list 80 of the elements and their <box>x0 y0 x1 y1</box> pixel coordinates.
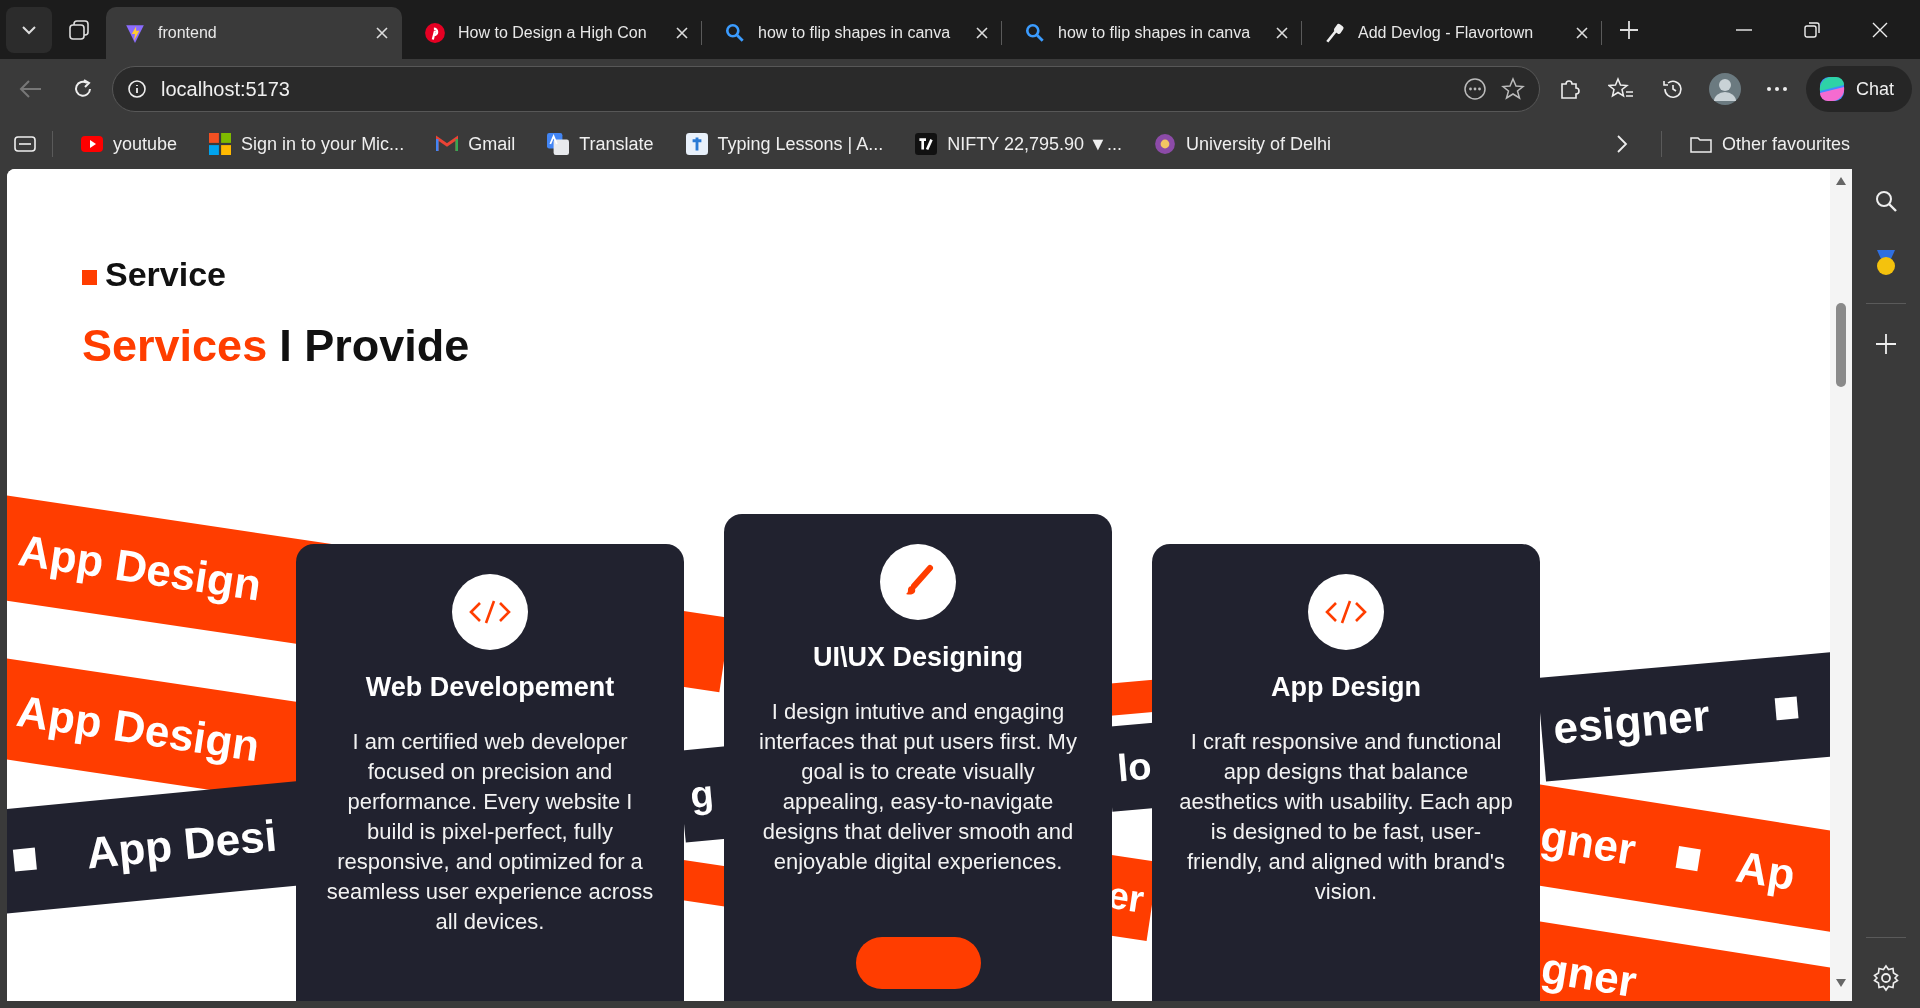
other-favourites-folder[interactable]: Other favourites <box>1677 127 1862 161</box>
bookmark-link[interactable]: Translate <box>535 127 666 161</box>
four-squares-logo-icon <box>209 133 232 155</box>
back-arrow-icon <box>19 79 43 99</box>
bookmark-link[interactable]: University of Delhi <box>1141 127 1343 161</box>
browser-tab[interactable]: frontend <box>106 7 402 59</box>
ribbon-text: esigner <box>1551 690 1712 754</box>
bookmark-link[interactable]: NIFTY 22,795.90 ▼... <box>903 127 1134 161</box>
address-bar[interactable]: localhost:5173 <box>112 66 1540 112</box>
ribbon-text: App Desi <box>84 810 279 879</box>
bookmark-link[interactable]: youtube <box>69 127 190 161</box>
stacked-squares-icon <box>68 18 90 41</box>
search-icon <box>1024 22 1046 44</box>
close-icon[interactable] <box>1574 25 1590 41</box>
emblem-icon <box>1153 133 1176 155</box>
ribbon-text: lo <box>1115 744 1154 790</box>
browser-tab[interactable]: Add Devlog - Flavortown <box>1306 7 1602 59</box>
card-title: UI\UX Designing <box>813 642 1023 673</box>
tab-card-icon[interactable] <box>14 135 36 153</box>
avatar-icon <box>1707 72 1742 106</box>
section-label: Service <box>105 255 226 294</box>
card-title: App Design <box>1271 672 1421 703</box>
bookmark-link[interactable]: Gmail <box>424 127 528 161</box>
plus-icon <box>1618 18 1640 41</box>
chat-button[interactable]: Chat <box>1805 66 1912 112</box>
star-list-icon <box>1607 77 1634 101</box>
minimize-icon <box>1736 28 1752 31</box>
search-icon <box>1874 189 1898 213</box>
card-description: I craft responsive and functional app designs that balance aesthetics with usability. Each app is designed to be fast, user-friendly, and aligned with brand's vision. <box>1178 728 1514 906</box>
ribbon-text: Ap <box>1732 841 1799 901</box>
card-button[interactable] <box>855 937 981 989</box>
star-icon[interactable] <box>1500 77 1525 101</box>
card-description: I am certified web developer focused on precision and performance. Every website I build is pixel-perfect, fully responsive, and optimized for a seamless user experience across all devices. <box>325 728 655 936</box>
browser-tab[interactable]: how to flip shapes in canva <box>706 7 1002 59</box>
chevron-right-icon <box>1615 134 1628 154</box>
lightning-logo-icon <box>124 22 146 44</box>
close-icon[interactable] <box>1274 25 1290 41</box>
pin-logo-icon <box>424 22 446 44</box>
close-icon[interactable] <box>374 25 390 41</box>
bookmark-link[interactable]: Sign in to your Mic... <box>197 127 417 161</box>
code-brackets-icon <box>468 599 512 625</box>
ribbon-text: App Design <box>15 525 265 611</box>
swirl-logo-icon <box>1817 75 1846 103</box>
translate-icon <box>547 133 570 155</box>
letter-tile-icon <box>685 133 708 155</box>
square-mark <box>1774 696 1799 721</box>
play-logo-icon <box>81 133 103 155</box>
search-icon <box>724 22 746 44</box>
scrollbar-thumb[interactable] <box>1836 303 1846 387</box>
close-icon[interactable] <box>674 25 690 41</box>
restore-icon <box>1804 21 1820 38</box>
bookmark-link[interactable]: Typing Lessons | A... <box>673 127 896 161</box>
clock-arrow-icon <box>1660 77 1685 101</box>
square-mark <box>1675 846 1701 872</box>
close-icon <box>1872 21 1888 38</box>
refresh-icon <box>72 78 94 100</box>
ribbon-text: App Design <box>13 685 263 772</box>
ribbon-text: gner <box>1537 942 1640 1001</box>
more-icon <box>1765 86 1788 92</box>
info-icon[interactable] <box>127 79 147 99</box>
close-icon[interactable] <box>974 25 990 41</box>
square-marker <box>82 270 97 285</box>
code-brackets-icon <box>1324 599 1368 625</box>
settings-icon <box>1872 964 1900 992</box>
more-circle-icon[interactable] <box>1462 77 1487 101</box>
browser-tab[interactable]: How to Design a High Con <box>406 7 702 59</box>
scrollbar[interactable] <box>1830 169 1852 1001</box>
down-arrow-icon[interactable] <box>1836 979 1846 987</box>
ribbon-text: g <box>688 772 716 818</box>
plus-icon <box>1874 332 1898 356</box>
card-title: Web Developement <box>365 672 615 703</box>
heading-highlight: Services <box>82 320 268 372</box>
card-description: I design intutive and engaging interfaces that put users first. My goal is to create visually appealing, easy-to-navigate designs that deliver smooth and enjoyable digital experiences. <box>758 698 1078 876</box>
spatula-icon <box>1324 22 1346 44</box>
square-mark <box>12 847 37 872</box>
section-heading: I Provide <box>279 320 470 372</box>
browser-tab[interactable]: how to flip shapes in canva <box>1006 7 1302 59</box>
up-arrow-icon[interactable] <box>1836 177 1846 185</box>
chart-logo-icon <box>915 133 938 155</box>
ribbon-text: gner <box>1537 810 1640 875</box>
